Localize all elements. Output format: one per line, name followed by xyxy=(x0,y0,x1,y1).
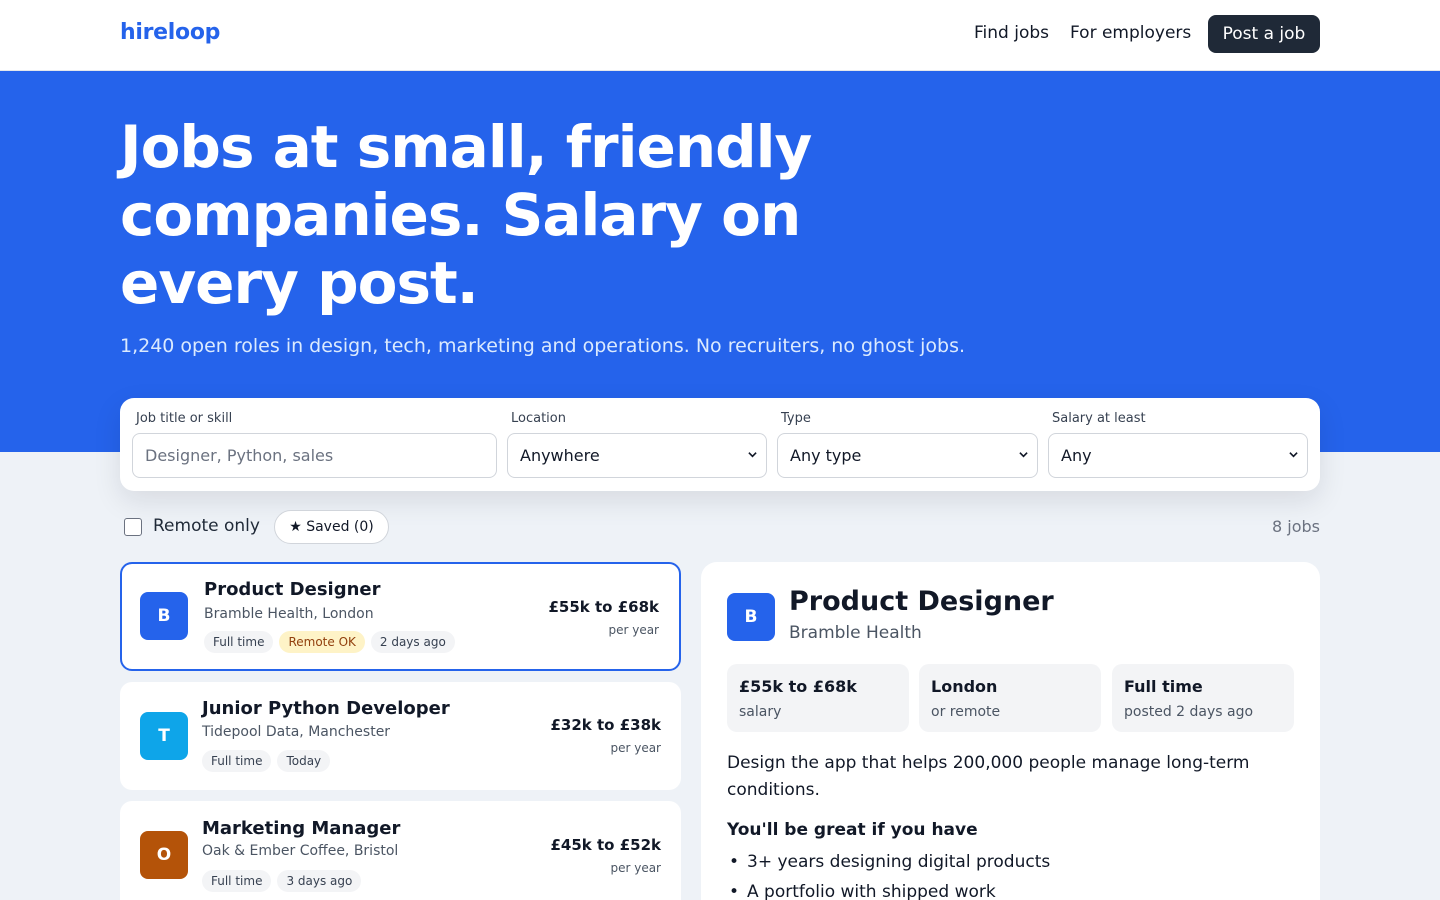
filter-bar: Remote only ★ Saved (0) 8 jobs xyxy=(120,510,1320,544)
chevron-down-icon xyxy=(1019,452,1028,458)
company-avatar: B xyxy=(140,592,188,640)
detail-job-title: Product Designer xyxy=(789,586,1054,617)
type-select[interactable]: Any type xyxy=(777,433,1038,478)
type-select-value: Any type xyxy=(790,446,862,465)
company-avatar: O xyxy=(140,831,188,879)
job-salary-period: per year xyxy=(610,741,661,755)
location-select-value: Anywhere xyxy=(520,446,600,465)
detail-company-name: Bramble Health xyxy=(789,623,922,643)
tag-employment-type: Full time xyxy=(204,631,274,653)
requirement-item: A portfolio with shipped work xyxy=(727,877,1050,900)
salary-label: Salary at least xyxy=(1052,411,1146,426)
job-title: Marketing Manager xyxy=(202,818,401,839)
nav-for-employers-link[interactable]: For employers xyxy=(1070,23,1191,43)
location-label: Location xyxy=(511,411,566,426)
stat-type: Full time posted 2 days ago xyxy=(1112,664,1294,732)
tag-posted-date: 2 days ago xyxy=(370,631,455,653)
salary-select-value: Any xyxy=(1061,446,1092,465)
job-detail-panel: B Product Designer Bramble Health £55k t… xyxy=(701,562,1320,900)
job-salary: £45k to £52k xyxy=(550,836,662,854)
job-title: Junior Python Developer xyxy=(202,698,450,719)
post-a-job-button[interactable]: Post a job xyxy=(1208,15,1320,53)
tag-remote: Remote OK xyxy=(279,631,365,653)
stat-location: London or remote xyxy=(919,664,1101,732)
company-avatar: T xyxy=(140,712,188,760)
requirement-item: 3+ years designing digital products xyxy=(727,847,1050,877)
stat-value: London xyxy=(931,677,998,696)
stat-value: £55k to £68k xyxy=(739,677,857,696)
job-tags: Full time Today xyxy=(202,750,331,772)
detail-company-avatar: B xyxy=(727,593,775,641)
job-salary: £32k to £38k xyxy=(550,716,662,734)
stat-label: posted 2 days ago xyxy=(1124,704,1254,720)
remote-only-checkbox[interactable] xyxy=(124,518,142,536)
job-salary: £55k to £68k xyxy=(548,598,660,616)
stat-salary: £55k to £68k salary xyxy=(727,664,909,732)
location-select[interactable]: Anywhere xyxy=(507,433,767,478)
hero-title: Jobs at small, friendly companies. Salar… xyxy=(120,113,812,317)
job-company: Oak & Ember Coffee, Bristol xyxy=(202,843,399,859)
stat-label: or remote xyxy=(931,704,1001,720)
stat-value: Full time xyxy=(1124,677,1203,696)
logo[interactable]: hireloop xyxy=(120,20,220,45)
job-title-label: Job title or skill xyxy=(136,411,233,426)
job-tags: Full time 3 days ago xyxy=(202,870,362,892)
job-salary-period: per year xyxy=(608,623,659,637)
tag-employment-type: Full time xyxy=(202,870,272,892)
remote-only-label[interactable]: Remote only xyxy=(153,516,260,536)
job-card[interactable]: O Marketing Manager Oak & Ember Coffee, … xyxy=(120,801,681,900)
chevron-down-icon xyxy=(748,452,757,458)
detail-requirements-heading: You'll be great if you have xyxy=(727,820,978,840)
job-company: Bramble Health, London xyxy=(204,606,374,622)
top-nav: hireloop Find jobs For employers Post a … xyxy=(0,0,1440,71)
salary-select[interactable]: Any xyxy=(1048,433,1308,478)
nav-find-jobs-link[interactable]: Find jobs xyxy=(974,23,1049,43)
hero-banner: Jobs at small, friendly companies. Salar… xyxy=(0,71,1440,452)
saved-jobs-button[interactable]: ★ Saved (0) xyxy=(274,510,389,544)
tag-posted-date: 3 days ago xyxy=(277,870,362,892)
tag-employment-type: Full time xyxy=(202,750,272,772)
detail-description: Design the app that helps 200,000 people… xyxy=(727,753,1250,800)
job-card[interactable]: B Product Designer Bramble Health, Londo… xyxy=(120,562,681,671)
job-tags: Full time Remote OK 2 days ago xyxy=(204,631,455,653)
detail-requirements-list: 3+ years designing digital products A po… xyxy=(727,847,1050,900)
job-salary-period: per year xyxy=(610,861,661,875)
tag-posted-date: Today xyxy=(277,750,331,772)
job-card[interactable]: T Junior Python Developer Tidepool Data,… xyxy=(120,682,681,790)
search-card: Job title or skill Designer, Python, sal… xyxy=(120,398,1320,491)
type-label: Type xyxy=(781,411,811,426)
hero-subtitle: 1,240 open roles in design, tech, market… xyxy=(120,335,966,357)
job-count: 8 jobs xyxy=(1272,517,1320,536)
chevron-down-icon xyxy=(1289,452,1298,458)
job-title-input[interactable]: Designer, Python, sales xyxy=(132,433,497,478)
stat-label: salary xyxy=(739,704,782,720)
job-title: Product Designer xyxy=(204,579,381,600)
job-company: Tidepool Data, Manchester xyxy=(202,724,391,740)
